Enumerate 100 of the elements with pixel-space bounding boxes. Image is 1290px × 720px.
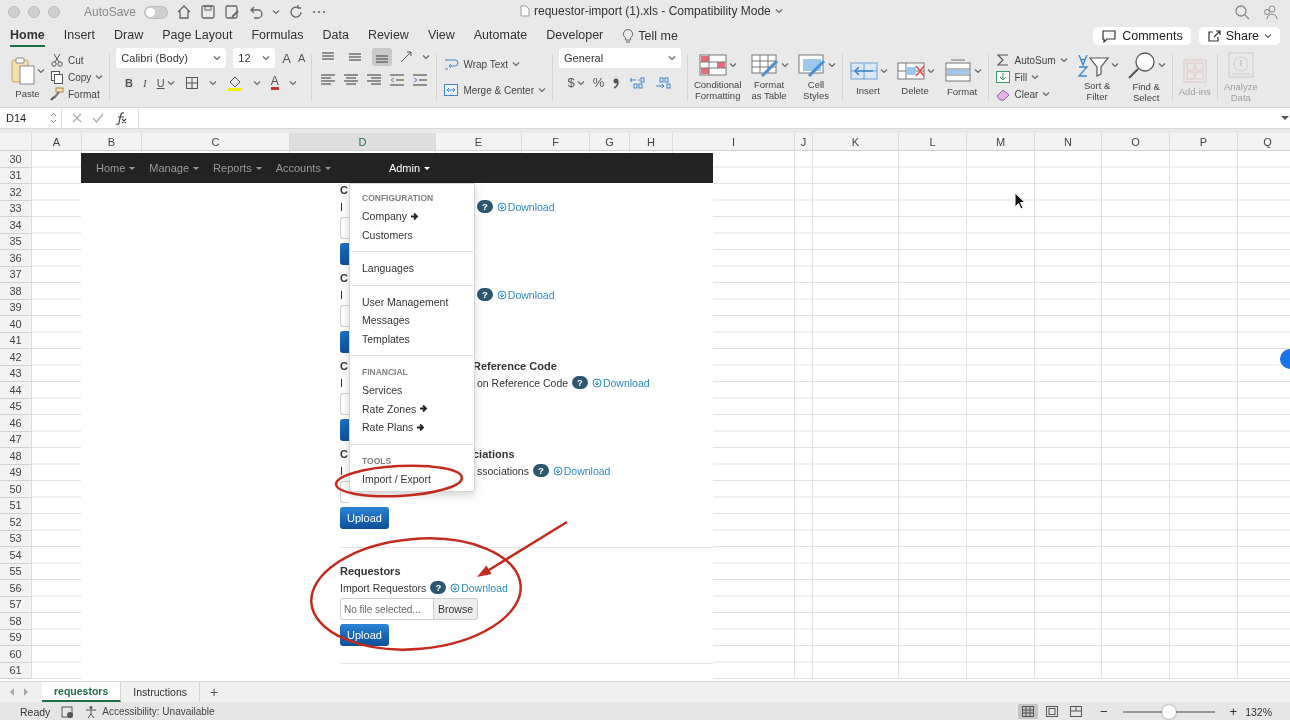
expand-icon[interactable] xyxy=(1280,114,1290,122)
column-header[interactable]: M xyxy=(967,133,1035,151)
previous-sheet-icon[interactable] xyxy=(8,687,16,697)
ribbon-tab[interactable]: Formulas xyxy=(251,25,304,47)
column-header[interactable]: I xyxy=(673,133,795,151)
row-header[interactable]: 30 xyxy=(0,151,32,168)
conditional-formatting-button[interactable]: Conditional Formatting xyxy=(693,53,742,101)
column-header[interactable]: H xyxy=(630,133,673,151)
upload-button[interactable] xyxy=(340,243,349,265)
menu-item[interactable]: Import / Export xyxy=(350,469,474,488)
align-center-icon[interactable] xyxy=(343,73,360,87)
find-select-button[interactable]: Find & Select xyxy=(1126,51,1166,103)
align-right-icon[interactable] xyxy=(366,73,383,87)
download-link[interactable]: Download xyxy=(450,581,508,594)
download-link[interactable]: Download xyxy=(552,464,611,477)
browse-button[interactable]: Browse xyxy=(434,598,478,620)
nav-menu-item[interactable]: Admin xyxy=(388,162,431,174)
ribbon-tab[interactable]: Page Layout xyxy=(162,25,233,47)
ribbon-tab[interactable]: View xyxy=(427,25,455,47)
paste-button[interactable]: Paste xyxy=(10,55,45,99)
row-header[interactable]: 34 xyxy=(0,217,32,234)
borders-icon[interactable] xyxy=(184,76,199,90)
vertical-align-button[interactable] xyxy=(372,48,393,66)
autosum-button[interactable]: AutoSum xyxy=(994,53,1068,67)
column-header[interactable]: F xyxy=(522,133,590,151)
zoom-in-button[interactable]: + xyxy=(1229,704,1238,719)
align-left-icon[interactable] xyxy=(320,73,337,87)
menu-item[interactable]: User Management xyxy=(350,292,474,311)
wrap-text-button[interactable]: Wrap Text xyxy=(443,57,546,71)
save-edit-icon[interactable] xyxy=(224,4,241,20)
help-badge[interactable]: ? xyxy=(572,376,588,389)
minimize-button[interactable] xyxy=(28,6,40,18)
help-badge[interactable]: ? xyxy=(430,581,447,594)
delete-button[interactable]: Delete xyxy=(895,58,935,96)
percent-button[interactable]: % xyxy=(592,75,605,90)
autosave-toggle[interactable] xyxy=(144,5,169,19)
upload-button[interactable] xyxy=(340,331,349,353)
row-header[interactable]: 36 xyxy=(0,250,32,267)
upload-button[interactable] xyxy=(340,419,349,441)
menu-item[interactable]: Company xyxy=(350,207,474,226)
save-icon[interactable] xyxy=(200,4,217,20)
row-header[interactable]: 50 xyxy=(0,481,32,498)
decrease-decimal-icon[interactable] xyxy=(654,75,673,90)
column-header[interactable]: Q xyxy=(1238,133,1290,151)
nav-menu-item[interactable]: Manage xyxy=(149,162,200,174)
select-all-corner[interactable] xyxy=(0,133,32,151)
row-header[interactable]: 42 xyxy=(0,349,32,366)
cell-styles-button[interactable]: Cell Styles xyxy=(796,53,836,101)
increase-indent-icon[interactable] xyxy=(412,73,429,87)
menu-item[interactable]: Languages xyxy=(350,259,474,278)
redo-icon[interactable] xyxy=(288,4,305,20)
column-header[interactable]: E xyxy=(436,133,522,151)
currency-button[interactable]: $ xyxy=(567,75,585,90)
merge-center-button[interactable]: Merge & Center xyxy=(443,83,546,97)
row-header[interactable]: 58 xyxy=(0,613,32,630)
number-format-dropdown[interactable]: General xyxy=(558,48,681,68)
row-header[interactable]: 32 xyxy=(0,184,32,201)
column-header[interactable]: G xyxy=(590,133,630,151)
name-box[interactable]: D14 xyxy=(0,108,62,128)
column-header[interactable]: L xyxy=(899,133,967,151)
format-button[interactable]: Format xyxy=(942,57,982,97)
column-header[interactable]: K xyxy=(813,133,899,151)
help-badge[interactable]: ? xyxy=(477,200,493,213)
row-header[interactable]: 40 xyxy=(0,316,32,333)
bold-button[interactable]: B xyxy=(125,77,133,89)
nav-menu-item[interactable]: Reports xyxy=(213,162,262,174)
ribbon-tab[interactable]: Data xyxy=(322,25,349,47)
comments-button[interactable]: Comments xyxy=(1093,27,1191,45)
column-header[interactable]: P xyxy=(1170,133,1238,151)
ribbon-tab[interactable]: Developer xyxy=(546,25,604,47)
column-header[interactable]: B xyxy=(82,133,142,151)
decrease-indent-icon[interactable] xyxy=(389,73,406,87)
row-header[interactable]: 48 xyxy=(0,448,32,465)
column-header[interactable]: D xyxy=(290,133,436,151)
download-link[interactable]: Download xyxy=(496,200,555,213)
font-dropdown[interactable]: Calibri (Body) xyxy=(116,48,227,68)
row-header[interactable]: 44 xyxy=(0,382,32,399)
tell-me-field[interactable]: Tell me xyxy=(622,28,678,44)
function-icon[interactable] xyxy=(114,111,128,125)
menu-item[interactable]: Messages xyxy=(350,311,474,330)
increase-font-button[interactable]: A xyxy=(282,50,292,66)
zoom-out-button[interactable]: − xyxy=(1099,704,1108,719)
column-header[interactable]: C xyxy=(142,133,290,151)
increase-decimal-icon[interactable] xyxy=(628,75,647,90)
side-panel-icon[interactable] xyxy=(1280,349,1290,369)
font-size-dropdown[interactable]: 12 xyxy=(233,48,276,68)
upload-button[interactable]: Upload xyxy=(340,507,389,529)
nav-menu-item[interactable]: Accounts xyxy=(275,162,331,174)
undo-icon[interactable] xyxy=(248,4,265,20)
row-header[interactable]: 60 xyxy=(0,646,32,663)
row-header[interactable]: 38 xyxy=(0,283,32,300)
fill-button[interactable]: Fill xyxy=(994,70,1068,84)
zoom-button[interactable] xyxy=(48,6,60,18)
help-badge[interactable]: ? xyxy=(532,464,549,477)
menu-item[interactable]: Services xyxy=(350,381,474,400)
row-header[interactable]: 54 xyxy=(0,547,32,564)
format-as-table-button[interactable]: Format as Table xyxy=(749,53,789,101)
normal-view-button[interactable] xyxy=(1017,704,1038,719)
download-link[interactable]: Download xyxy=(496,288,555,301)
column-header[interactable]: J xyxy=(795,133,813,151)
